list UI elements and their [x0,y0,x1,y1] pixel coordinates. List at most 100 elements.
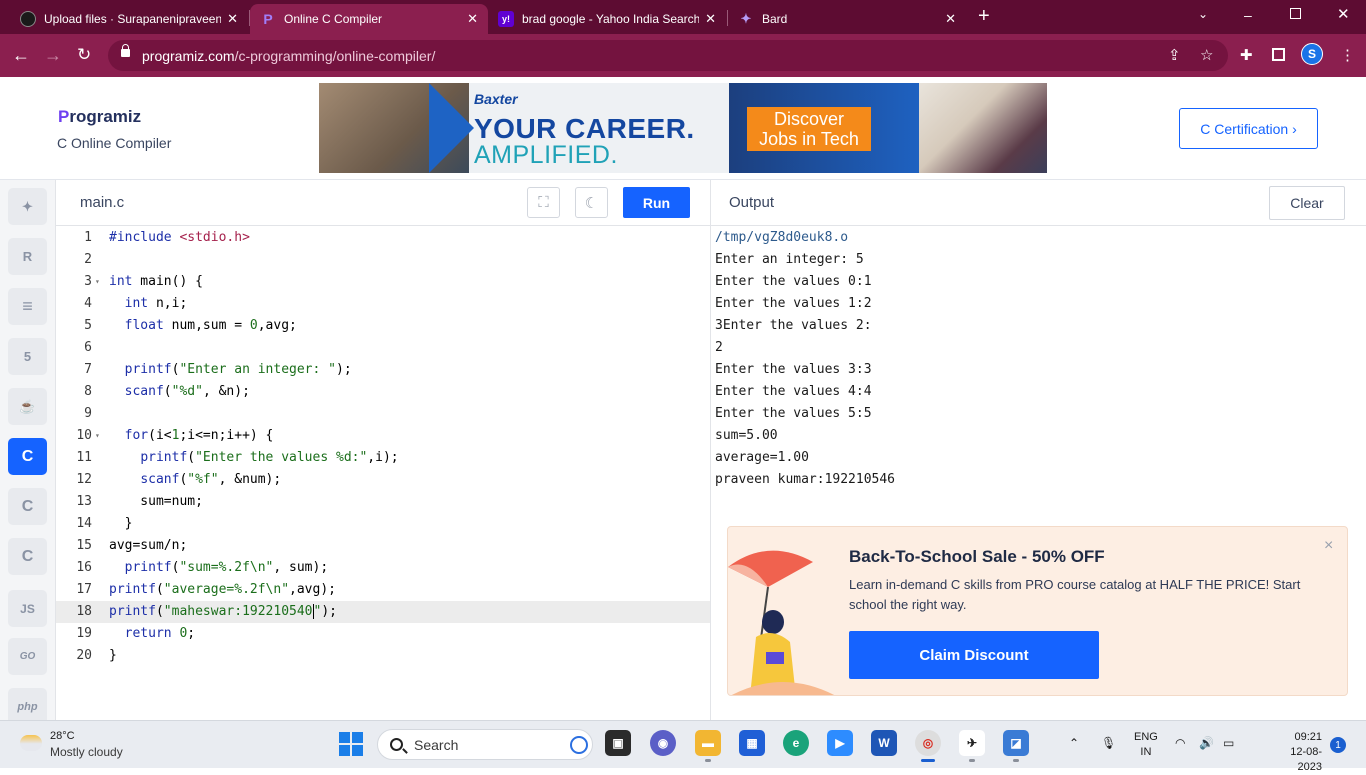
taskbar-search[interactable]: Search [377,729,593,760]
python-icon[interactable]: ✦ [8,188,47,225]
browser-tab-strip: Upload files · Surapanenipraveenk ✕ P On… [0,0,1366,34]
tab-title: Bard [762,12,788,26]
photos-icon[interactable]: ◪ [1003,730,1029,756]
language-sidebar: ✦ R ≡ 5 ☕ C C C JS GO php [0,180,56,725]
code-line: 3 ▾ int main() { [84,274,203,289]
url-host: programiz.com [142,47,235,64]
back-icon[interactable]: ← [12,44,30,66]
system-clock[interactable]: 09:21 12-08-2023 [1282,730,1322,775]
programiz-logo[interactable]: Programiz [58,107,141,127]
volume-icon[interactable]: 🔊 [1199,736,1214,750]
microphone-icon[interactable]: 🎙 [1101,736,1116,750]
advertisement-banner[interactable]: Baxter YOUR CAREER. AMPLIFIED. Discover J… [319,83,1047,173]
share-icon[interactable]: ⇪ [1168,46,1181,64]
code-line: 12 scanf("%f", &num); [76,472,282,487]
code-line: 4 int n,i; [84,296,188,311]
output-line: Enter the values 0:1 [715,274,872,289]
close-tab-icon[interactable]: ✕ [467,11,478,27]
output-title: Output [729,194,775,211]
bing-icon[interactable] [570,736,588,754]
notification-badge[interactable]: 1 [1330,737,1346,753]
cpp-icon[interactable]: C [8,488,47,525]
html5-icon[interactable]: 5 [8,338,47,375]
tab-online-c-compiler[interactable]: P Online C Compiler ✕ [250,4,488,34]
tab-title: brad google - Yahoo India Search [522,12,700,26]
weather-widget[interactable]: 28°C Mostly cloudy [14,729,154,761]
fullscreen-icon[interactable]: ⛶ [527,187,560,218]
c-language-icon[interactable]: C [8,438,47,475]
close-tab-icon[interactable]: ✕ [227,11,238,27]
edge-icon[interactable]: e [783,730,809,756]
github-icon [20,11,36,27]
microsoft-store-icon[interactable]: ▦ [739,730,765,756]
tab-upload-files[interactable]: Upload files · Surapanenipraveenk ✕ [10,4,248,34]
menu-icon[interactable]: ⋮ [1340,46,1355,64]
code-line: 19 return 0; [76,626,196,641]
ad-chevron [429,83,474,173]
site-header: Programiz C Online Compiler Baxter YOUR … [0,77,1366,180]
word-icon[interactable]: W [871,730,897,756]
extensions-icon[interactable]: ✚ [1240,46,1253,64]
browser-toolbar: ← → ↻ programiz.com/c-programming/online… [0,34,1366,77]
code-line: 13 sum=num; [76,494,203,509]
file-explorer-icon[interactable]: ▬ [695,730,721,756]
r-language-icon[interactable]: R [8,238,47,275]
code-editor-panel: main.c ⛶ ☾ Run 1 #include <stdio.h> 2 3 ▾ i… [56,180,711,720]
minimize-icon[interactable]: – [1244,7,1252,23]
dino-game-icon[interactable]: ✈ [959,730,985,756]
show-hidden-icons-chevron-icon[interactable]: ⌃ [1069,736,1079,750]
forward-icon[interactable]: → [44,44,62,66]
sql-database-icon[interactable]: ≡ [8,288,47,325]
close-icon[interactable]: × [1324,537,1333,555]
close-tab-icon[interactable]: ✕ [705,11,716,27]
clear-button[interactable]: Clear [1269,186,1345,220]
address-bar[interactable]: programiz.com/c-programming/online-compi… [108,40,1228,71]
wifi-icon[interactable]: ◠ [1175,736,1185,750]
dark-mode-moon-icon[interactable]: ☾ [575,187,608,218]
javascript-icon[interactable]: JS [8,590,47,627]
code-line: 20} [76,648,117,663]
zoom-icon[interactable]: ▶ [827,730,853,756]
go-icon[interactable]: GO [8,638,47,675]
c-certification-button[interactable]: C Certification › [1179,108,1318,149]
new-tab-button[interactable]: + [978,5,990,28]
tab-bard[interactable]: ✦ Bard ✕ [728,4,966,34]
claim-discount-button[interactable]: Claim Discount [849,631,1099,679]
windows-taskbar: 28°C Mostly cloudy Search ▣ ◉ ▬ ▦ e ▶ W … [0,720,1366,773]
input-language-indicator[interactable]: ENG IN [1134,730,1158,760]
promo-description: Learn in-demand C skills from PRO course… [849,577,1301,612]
ad-subheadline: AMPLIFIED. [474,141,618,169]
chrome-icon[interactable]: ◎ [915,730,941,756]
profile-avatar[interactable]: S [1301,43,1323,65]
editor-header: main.c ⛶ ☾ Run [56,180,711,226]
output-console[interactable]: /tmp/vgZ8d0euk8.o Enter an integer: 5 En… [715,227,895,491]
restore-icon[interactable] [1290,8,1301,19]
java-icon[interactable]: ☕ [8,388,47,425]
tab-yahoo-search[interactable]: y! brad google - Yahoo India Search ✕ [488,4,726,34]
weather-description: Mostly cloudy [50,745,123,759]
battery-icon[interactable]: ▭ [1223,736,1234,750]
url-path: /c-programming/online-compiler/ [234,47,436,64]
page-subtitle: C Online Compiler [57,135,172,151]
task-view-icon[interactable]: ▣ [605,730,631,756]
code-line: 6 [84,340,92,355]
chat-icon[interactable]: ◉ [650,730,676,756]
tab-search-icon[interactable]: ⌄ [1198,7,1208,21]
code-line: 17 printf("average=%.2f\n",avg); [76,582,336,597]
output-line: Enter an integer: 5 [715,252,864,267]
windows-start-icon[interactable] [339,732,363,756]
code-area[interactable]: 1 #include <stdio.h> 2 3 ▾ int main() { 4 i… [56,227,710,667]
side-panel-icon[interactable] [1272,48,1285,61]
csharp-icon[interactable]: C [8,538,47,575]
close-window-icon[interactable]: ✕ [1337,5,1350,23]
ad-photo-right [919,83,1047,173]
run-button[interactable]: Run [623,187,690,218]
reload-icon[interactable]: ↻ [77,44,91,66]
close-tab-icon[interactable]: ✕ [945,11,956,27]
promo-title: Back-To-School Sale - 50% OFF [849,547,1105,566]
ad-cta[interactable]: Discover Jobs in Tech [747,107,871,151]
bookmark-star-icon[interactable]: ☆ [1200,46,1213,64]
code-line: 10 ▾ for(i<1;i<=n;i++) { [76,428,274,443]
output-panel: Output Clear /tmp/vgZ8d0euk8.o Enter an … [711,180,1366,720]
file-tab-main-c[interactable]: main.c [80,194,124,211]
